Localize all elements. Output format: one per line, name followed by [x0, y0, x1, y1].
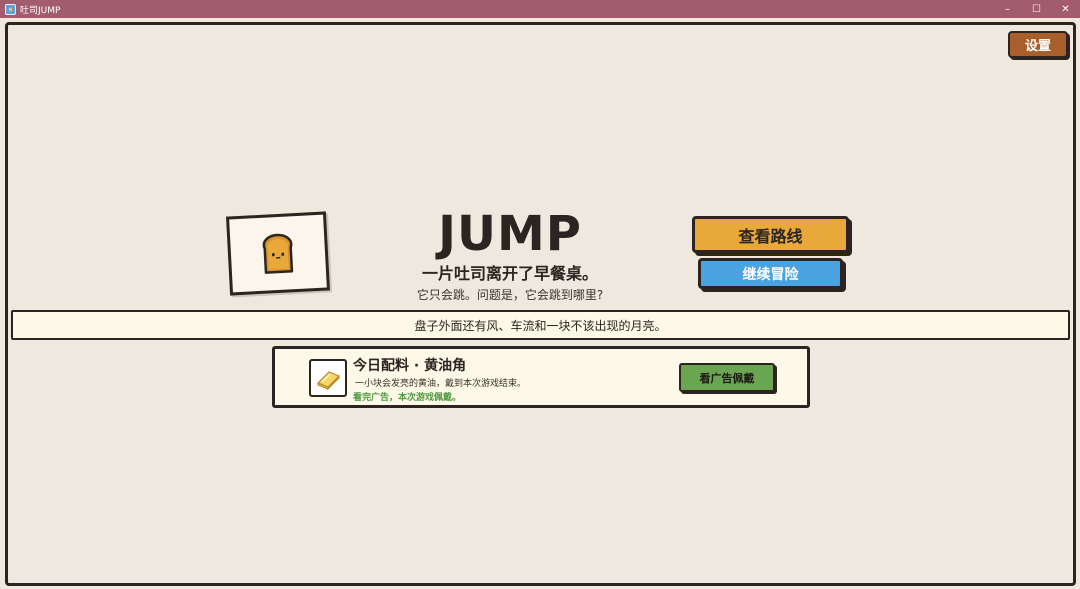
window-controls: – ☐ ✕ [993, 0, 1080, 18]
close-button[interactable]: ✕ [1051, 0, 1080, 18]
window-titlebar: 吐司JUMP – ☐ ✕ [0, 0, 1080, 18]
daily-topping-hint: 看完广告，本次游戏佩戴。 [353, 393, 462, 403]
game-frame [5, 22, 1076, 586]
butter-icon [317, 371, 340, 391]
banner-text: 盘子外面还有风、车流和一块不该出现的月亮。 [414, 318, 667, 333]
daily-topping-title: 今日配料 · 黄油角 [353, 358, 467, 374]
toast-icon [262, 233, 294, 274]
settings-button[interactable]: 设置 [1008, 31, 1068, 58]
watch-ad-button[interactable]: 看广告佩戴 [679, 363, 775, 392]
game-subtitle: 一片吐司离开了早餐桌。 [421, 264, 598, 283]
daily-topping-description: 一小块会发亮的黄油，戴到本次游戏结束。 [355, 379, 527, 389]
daily-topping-card: 今日配料 · 黄油角 一小块会发亮的黄油，戴到本次游戏结束。 看完广告，本次游戏… [272, 346, 810, 408]
window-title: 吐司JUMP [20, 5, 61, 16]
butter-item-frame [309, 359, 347, 397]
view-route-button[interactable]: 查看路线 [692, 216, 849, 253]
game-tagline: 它只会跳。问题是，它会跳到哪里? [416, 288, 604, 302]
toast-character-card [226, 211, 330, 296]
minimize-button[interactable]: – [993, 0, 1022, 18]
game-title: JUMP [438, 206, 582, 262]
info-banner: 盘子外面还有风、车流和一块不该出现的月亮。 [11, 310, 1070, 340]
app-icon [5, 3, 16, 15]
continue-adventure-button[interactable]: 继续冒险 [698, 258, 843, 289]
maximize-button[interactable]: ☐ [1022, 0, 1051, 18]
